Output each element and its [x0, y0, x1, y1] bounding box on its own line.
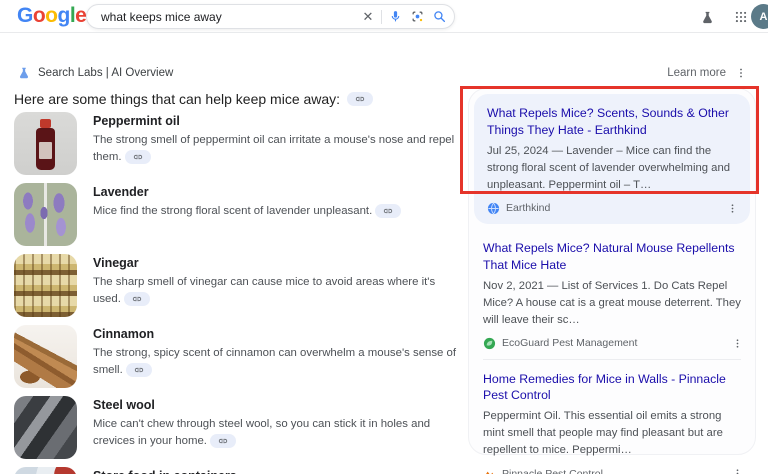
item-title: Vinegar	[93, 256, 464, 270]
list-item-store-food: Store food in containers	[14, 467, 464, 474]
source-card-pinnacle[interactable]: Home Remedies for Mice in Walls - Pinnac…	[469, 360, 755, 474]
item-title: Peppermint oil	[93, 114, 464, 128]
result-title-link[interactable]: What Repels Mice? Natural Mouse Repellen…	[483, 240, 741, 274]
citation-link-icon[interactable]	[210, 434, 236, 448]
list-item-vinegar: Vinegar The sharp smell of vinegar can c…	[14, 254, 464, 317]
peppermint-oil-image[interactable]	[14, 112, 77, 175]
steel-wool-image[interactable]	[14, 396, 77, 459]
source-card-earthkind[interactable]: What Repels Mice? Scents, Sounds & Other…	[474, 94, 750, 224]
list-item-lavender: Lavender Mice find the strong floral sce…	[14, 183, 464, 246]
google-lens-icon[interactable]	[406, 4, 428, 29]
vinegar-image[interactable]	[14, 254, 77, 317]
citation-link-icon[interactable]	[375, 204, 401, 218]
result-snippet: Jul 25, 2024 — Lavender – Mice can find …	[487, 143, 737, 194]
google-search-results-page: Google ✕	[0, 0, 768, 474]
card-menu-icon[interactable]	[732, 338, 743, 349]
result-source-row: Pinnacle Pest Control	[483, 467, 741, 474]
cinnamon-image[interactable]	[14, 325, 77, 388]
source-name: Earthkind	[506, 202, 550, 214]
result-snippet: Nov 2, 2021 — List of Services 1. Do Cat…	[483, 278, 741, 329]
clear-search-icon[interactable]: ✕	[357, 4, 379, 29]
heading-citation-link-icon[interactable]	[347, 92, 373, 106]
item-title: Store food in containers	[93, 469, 464, 474]
item-title: Steel wool	[93, 398, 464, 412]
ecoguard-favicon-leaf-icon	[483, 337, 496, 350]
result-source-row: EcoGuard Pest Management	[483, 337, 741, 350]
ai-overview-item-list: Peppermint oil The strong smell of peppe…	[14, 112, 464, 474]
source-name: Pinnacle Pest Control	[502, 468, 603, 474]
labs-flask-icon[interactable]	[697, 7, 717, 27]
item-title: Lavender	[93, 185, 464, 199]
learn-more-link[interactable]: Learn more	[667, 67, 726, 79]
learn-more-row: Learn more	[667, 67, 747, 79]
search-labs-label-row: Search Labs | AI Overview	[17, 66, 173, 80]
food-containers-image[interactable]	[14, 467, 77, 474]
citation-link-icon[interactable]	[126, 363, 152, 377]
search-bar[interactable]: ✕	[86, 4, 455, 29]
card-menu-icon[interactable]	[727, 203, 738, 214]
sources-panel: What Repels Mice? Scents, Sounds & Other…	[468, 88, 756, 455]
search-submit-icon[interactable]	[428, 4, 450, 29]
overflow-menu-icon[interactable]	[735, 67, 747, 79]
search-divider	[381, 10, 382, 24]
citation-link-icon[interactable]	[124, 292, 150, 306]
item-description: Mice can't chew through steel wool, so y…	[93, 416, 464, 450]
list-item-steel-wool: Steel wool Mice can't chew through steel…	[14, 396, 464, 459]
list-item-cinnamon: Cinnamon The strong, spicy scent of cinn…	[14, 325, 464, 388]
result-snippet: Peppermint Oil. This essential oil emits…	[483, 408, 741, 459]
ai-overview-heading: Here are some things that can help keep …	[14, 91, 340, 107]
citation-link-icon[interactable]	[125, 150, 151, 164]
ai-overview-heading-row: Here are some things that can help keep …	[14, 91, 373, 107]
result-title-link[interactable]: What Repels Mice? Scents, Sounds & Other…	[487, 105, 737, 139]
microphone-icon[interactable]	[384, 4, 406, 29]
search-input[interactable]	[87, 10, 357, 24]
item-description: Mice find the strong floral scent of lav…	[93, 203, 464, 220]
source-card-ecoguard[interactable]: What Repels Mice? Natural Mouse Repellen…	[469, 229, 755, 359]
pinnacle-favicon-mountain-icon	[483, 467, 496, 474]
result-title-link[interactable]: Home Remedies for Mice in Walls - Pinnac…	[483, 371, 741, 405]
list-item-peppermint-oil: Peppermint oil The strong smell of peppe…	[14, 112, 464, 175]
result-source-row: Earthkind	[487, 202, 737, 215]
google-logo[interactable]: Google	[17, 4, 86, 28]
source-name: EcoGuard Pest Management	[502, 337, 637, 349]
earthkind-favicon-globe-icon	[487, 202, 500, 215]
ai-overview-flask-icon	[17, 66, 31, 80]
account-avatar[interactable]: A	[751, 4, 768, 29]
item-description: The strong, spicy scent of cinnamon can …	[93, 345, 464, 379]
item-description: The strong smell of peppermint oil can i…	[93, 132, 464, 166]
item-description: The sharp smell of vinegar can cause mic…	[93, 274, 464, 308]
item-title: Cinnamon	[93, 327, 464, 341]
search-labs-label: Search Labs | AI Overview	[38, 67, 173, 79]
apps-grid-icon[interactable]	[731, 7, 751, 27]
lavender-image[interactable]	[14, 183, 77, 246]
top-bar: Google ✕	[0, 0, 768, 33]
card-menu-icon[interactable]	[732, 468, 743, 474]
